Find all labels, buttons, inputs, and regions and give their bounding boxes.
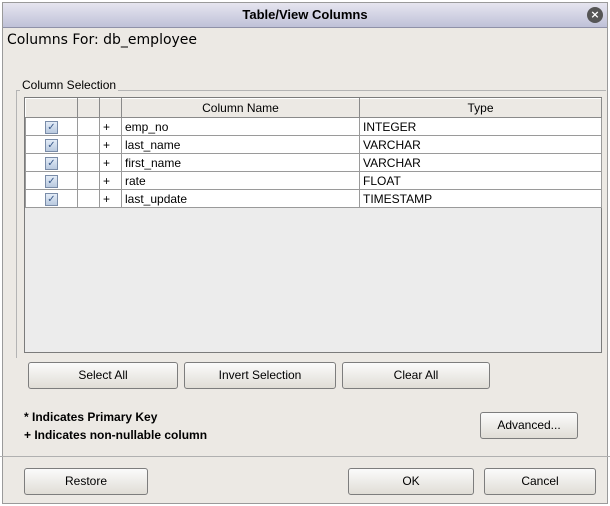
primary-key-cell: [77, 171, 100, 190]
column-selection-label: Column Selection: [20, 78, 119, 92]
columns-table: Column Name Type ✓ + emp_no INTEGER ✓ + last_n…: [25, 98, 602, 208]
columns-table-container[interactable]: Column Name Type ✓ + emp_no INTEGER ✓ + last_n…: [24, 97, 602, 353]
primary-key-cell: [77, 189, 100, 208]
include-checkbox[interactable]: ✓: [45, 138, 58, 152]
column-name-cell: last_update: [121, 189, 360, 208]
include-checkbox[interactable]: ✓: [45, 120, 58, 134]
table-row[interactable]: ✓ + last_update TIMESTAMP: [25, 189, 602, 208]
include-checkbox[interactable]: ✓: [45, 192, 58, 206]
header-column-name[interactable]: Column Name: [121, 98, 360, 118]
advanced-button[interactable]: Advanced...: [480, 412, 578, 439]
primary-key-note: * Indicates Primary Key: [24, 410, 158, 424]
include-checkbox-cell[interactable]: ✓: [25, 135, 78, 154]
primary-key-cell: [77, 135, 100, 154]
window-title: Table/View Columns: [242, 7, 368, 22]
header-nullable-col[interactable]: [99, 98, 122, 118]
legend-notes: * Indicates Primary Key + Indicates non-…: [24, 408, 207, 444]
columns-for-label: Columns For: db_employee: [7, 32, 198, 48]
non-nullable-note: + Indicates non-nullable column: [24, 428, 208, 442]
header-type[interactable]: Type: [359, 98, 602, 118]
nullable-cell: +: [99, 117, 122, 136]
invert-selection-button[interactable]: Invert Selection: [184, 362, 336, 389]
nullable-cell: +: [99, 153, 122, 172]
nullable-cell: +: [99, 189, 122, 208]
nullable-cell: +: [99, 135, 122, 154]
nullable-cell: +: [99, 171, 122, 190]
close-icon[interactable]: ×: [587, 7, 603, 23]
header-pk-col[interactable]: [77, 98, 100, 118]
include-checkbox-cell[interactable]: ✓: [25, 117, 78, 136]
include-checkbox-cell[interactable]: ✓: [25, 171, 78, 190]
footer-divider: [0, 456, 610, 457]
table-row[interactable]: ✓ + last_name VARCHAR: [25, 135, 602, 154]
type-cell: TIMESTAMP: [359, 189, 602, 208]
table-row[interactable]: ✓ + rate FLOAT: [25, 171, 602, 190]
primary-key-cell: [77, 153, 100, 172]
cancel-button[interactable]: Cancel: [484, 468, 596, 495]
column-name-cell: first_name: [121, 153, 360, 172]
column-name-cell: emp_no: [121, 117, 360, 136]
table-row[interactable]: ✓ + first_name VARCHAR: [25, 153, 602, 172]
clear-all-button[interactable]: Clear All: [342, 362, 490, 389]
type-cell: FLOAT: [359, 171, 602, 190]
include-checkbox-cell[interactable]: ✓: [25, 189, 78, 208]
type-cell: VARCHAR: [359, 135, 602, 154]
include-checkbox-cell[interactable]: ✓: [25, 153, 78, 172]
primary-key-cell: [77, 117, 100, 136]
column-name-cell: last_name: [121, 135, 360, 154]
table-row[interactable]: ✓ + emp_no INTEGER: [25, 117, 602, 136]
type-cell: INTEGER: [359, 117, 602, 136]
ok-button[interactable]: OK: [348, 468, 474, 495]
table-header-row: Column Name Type: [25, 98, 602, 118]
restore-button[interactable]: Restore: [24, 468, 148, 495]
header-checkbox-col[interactable]: [25, 98, 78, 118]
type-cell: VARCHAR: [359, 153, 602, 172]
include-checkbox[interactable]: ✓: [45, 156, 58, 170]
select-all-button[interactable]: Select All: [28, 362, 178, 389]
column-name-cell: rate: [121, 171, 360, 190]
include-checkbox[interactable]: ✓: [45, 174, 58, 188]
title-bar[interactable]: Table/View Columns ×: [3, 3, 607, 28]
